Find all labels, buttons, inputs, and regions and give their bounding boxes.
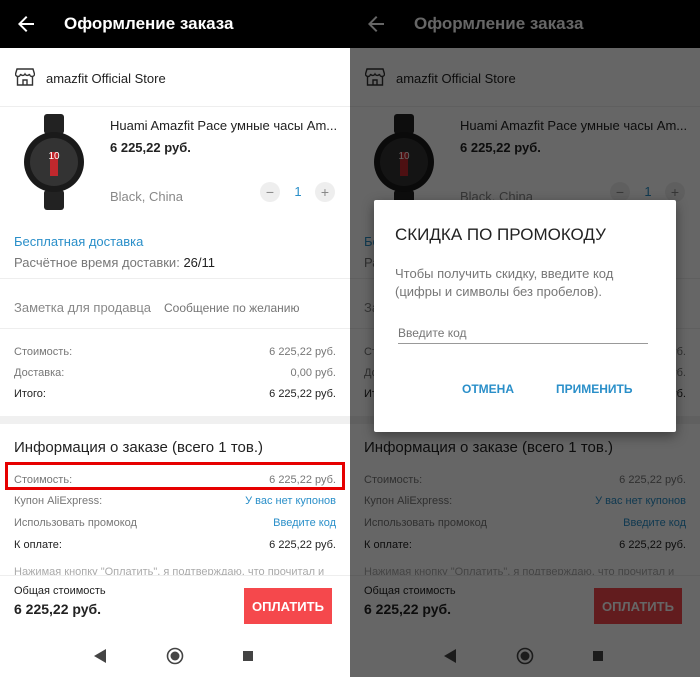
dialog-title: СКИДКА ПО ПРОМОКОДУ: [395, 225, 606, 244]
pay-button[interactable]: ОПЛАТИТЬ: [244, 588, 332, 624]
order-info-title: Информация о заказе (всего 1 тов.): [14, 439, 263, 456]
product-variant: Black, China: [110, 189, 183, 204]
quantity-minus-button[interactable]: −: [260, 182, 280, 202]
summary-delivery-value: 0,00 руб.: [290, 367, 336, 379]
screen-checkout: Оформление заказа amazfit Official Store…: [0, 0, 350, 677]
amount-due-value: 6 225,22 руб.: [269, 539, 336, 551]
product-price: 6 225,22 руб.: [110, 140, 191, 155]
free-shipping-link[interactable]: Бесплатная доставка: [14, 234, 143, 249]
watch-face-text: 10: [48, 151, 60, 162]
dialog-message: Чтобы получить скидку, введите код (цифр…: [395, 266, 614, 299]
divider: [0, 328, 350, 329]
promo-code-row[interactable]: Использовать промокод Введите код: [14, 517, 336, 533]
grand-total-label: Общая стоимость: [14, 585, 106, 597]
amount-due-row: К оплате: 6 225,22 руб.: [14, 539, 336, 555]
summary-total-row: Итого: 6 225,22 руб.: [14, 388, 336, 404]
summary-total-label: Итого:: [14, 388, 46, 400]
system-navbar: [0, 635, 350, 677]
screen-promo-dialog: Оформление заказа amazfit Official Store…: [350, 0, 700, 677]
terms-disclaimer: Нажимая кнопку "Оплатить", я подтверждаю…: [14, 566, 325, 575]
promo-code-dialog: СКИДКА ПО ПРОМОКОДУ Чтобы получить скидк…: [374, 200, 676, 432]
coupon-label: Купон AliExpress:: [14, 495, 103, 507]
checkout-bottom-bar: Общая стоимость 6 225,22 руб. ОПЛАТИТЬ: [0, 575, 350, 636]
nav-back-icon[interactable]: [94, 649, 106, 663]
quantity-stepper: − 1 +: [260, 182, 340, 204]
section-divider: [0, 416, 350, 424]
store-name: amazfit Official Store: [46, 71, 166, 86]
promo-code-input[interactable]: [398, 323, 648, 344]
seller-note-input[interactable]: [164, 298, 340, 318]
promo-code-label: Использовать промокод: [14, 517, 137, 529]
page-title: Оформление заказа: [64, 14, 234, 33]
delivery-time-value: 26/11: [183, 255, 216, 270]
back-arrow-icon[interactable]: [14, 12, 38, 36]
summary-cost-value: 6 225,22 руб.: [269, 346, 336, 358]
grand-total-value: 6 225,22 руб.: [14, 601, 102, 617]
divider: [0, 278, 350, 279]
product-image[interactable]: 10: [20, 114, 88, 210]
promo-highlight-box: [5, 462, 345, 490]
delivery-time: Расчётное время доставки: 26/11: [14, 255, 215, 270]
quantity-value: 1: [294, 184, 302, 199]
summary-total-value: 6 225,22 руб.: [269, 388, 336, 400]
store-row[interactable]: amazfit Official Store: [0, 48, 350, 107]
summary-delivery-row: Доставка: 0,00 руб.: [14, 367, 336, 383]
enter-promo-code-link[interactable]: Введите код: [273, 517, 336, 529]
app-bar: Оформление заказа: [0, 0, 350, 48]
nav-home-icon[interactable]: [166, 647, 184, 665]
coupon-link[interactable]: У вас нет купонов: [245, 495, 336, 507]
amount-due-label: К оплате:: [14, 539, 62, 551]
quantity-plus-button[interactable]: +: [315, 182, 335, 202]
nav-recents-icon[interactable]: [243, 651, 253, 661]
product-title[interactable]: Huami Amazfit Pace умные часы Am...: [110, 118, 340, 133]
summary-cost-label: Стоимость:: [14, 346, 73, 358]
delivery-time-label: Расчётное время доставки:: [14, 255, 180, 270]
checkout-content: amazfit Official Store 10 Huami Amazfit …: [0, 48, 350, 575]
seller-note-label: Заметка для продавца: [14, 300, 152, 315]
summary-cost-row: Стоимость: 6 225,22 руб.: [14, 346, 336, 362]
coupon-row: Купон AliExpress: У вас нет купонов: [14, 495, 336, 511]
summary-delivery-label: Доставка:: [14, 367, 65, 379]
cancel-button[interactable]: ОТМЕНА: [462, 382, 514, 396]
store-icon: [15, 68, 35, 86]
apply-button[interactable]: ПРИМЕНИТЬ: [556, 382, 633, 396]
